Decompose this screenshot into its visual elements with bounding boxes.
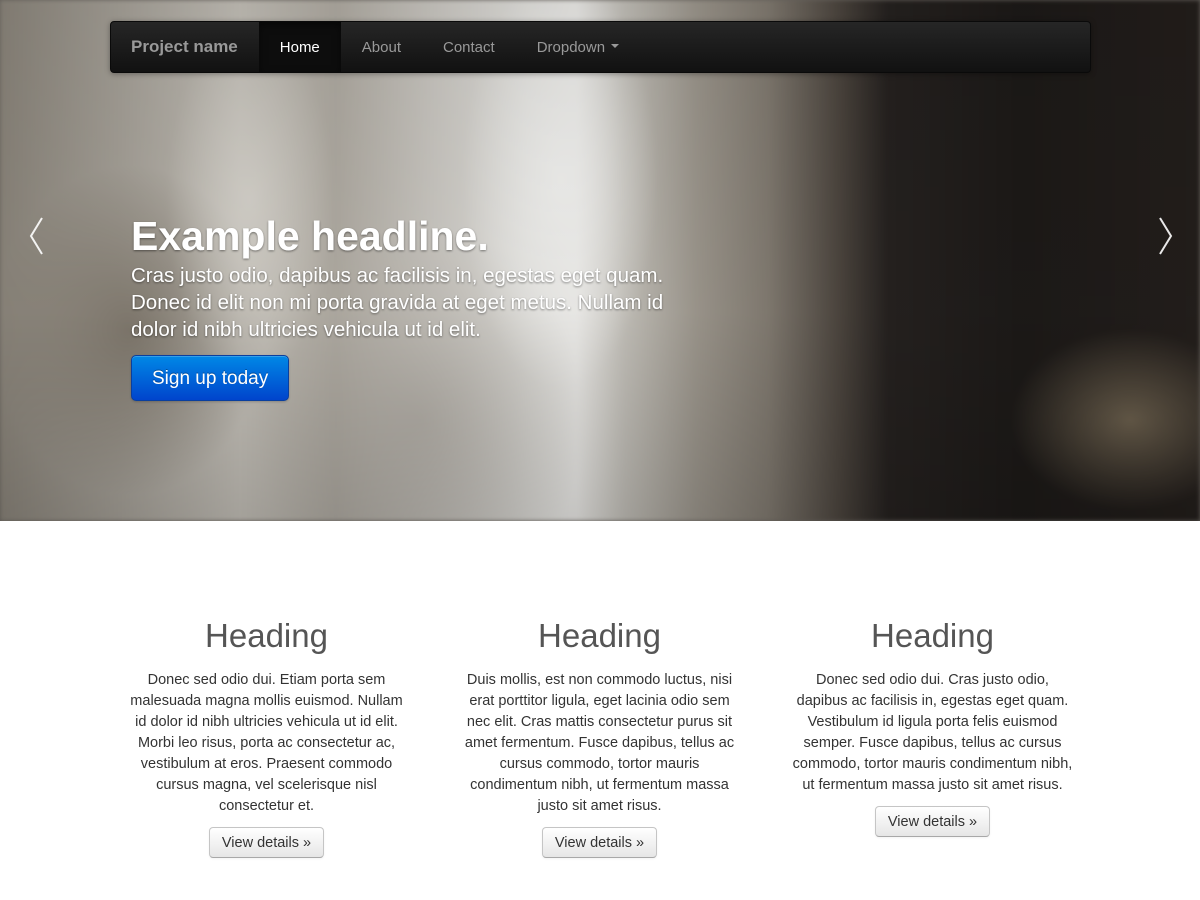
- nav-item-label: About: [361, 38, 401, 56]
- column-text: Donec sed odio dui. Cras justo odio, dap…: [788, 670, 1077, 796]
- column-text-line: Donec sed odio dui. Etiam porta sem: [147, 672, 386, 688]
- nav-item-label: Home: [279, 38, 320, 56]
- nav-item-label: Dropdown: [536, 38, 606, 56]
- chevron-left-icon: [29, 217, 43, 255]
- feature-column: Heading Donec sed odio dui. Cras justo o…: [766, 610, 1099, 858]
- feature-columns: Heading Donec sed odio dui. Etiam porta …: [100, 610, 1100, 858]
- column-text-line: Donec sed odio dui. Cras justo odio,: [816, 672, 1049, 688]
- view-details-button[interactable]: View details »: [541, 827, 658, 858]
- sign-up-button[interactable]: Sign up today: [131, 355, 290, 401]
- column-text-line: erat porttitor ligula, eget lacinia odio…: [469, 693, 730, 709]
- column-text-line: commodo, tortor mauris condimentum nibh,: [792, 756, 1073, 772]
- column-heading: Heading: [205, 617, 328, 654]
- nav-item-label: Contact: [442, 38, 495, 56]
- carousel-prev-button[interactable]: [27, 215, 47, 257]
- carousel-text-line: dolor id nibh ultricies vehicula ut id e…: [131, 318, 481, 341]
- carousel-next-button[interactable]: [1155, 215, 1175, 257]
- nav-item-dropdown[interactable]: Dropdown: [516, 22, 640, 72]
- column-text-line: amet fermentum. Fusce dapibus, tellus ac: [464, 735, 735, 751]
- carousel-caption: Example headline. Cras justo odio, dapib…: [131, 210, 711, 401]
- nav-item-about[interactable]: About: [341, 22, 422, 72]
- view-details-button[interactable]: View details »: [874, 806, 991, 837]
- view-details-button[interactable]: View details »: [208, 827, 325, 858]
- feature-column: Heading Donec sed odio dui. Etiam porta …: [100, 610, 433, 858]
- column-text-line: ut fermentum massa justo sit amet risus.: [802, 777, 1063, 793]
- column-text-line: nec elit. Cras mattis consectetur purus …: [466, 714, 733, 730]
- brand-link[interactable]: Project name: [111, 22, 259, 72]
- nav-item-home[interactable]: Home: [258, 22, 341, 72]
- feature-column: Heading Duis mollis, est non commodo luc…: [433, 610, 766, 858]
- column-heading: Heading: [538, 617, 661, 654]
- carousel-text-line: Cras justo odio, dapibus ac facilisis in…: [131, 264, 664, 287]
- nav-item-contact[interactable]: Contact: [422, 22, 516, 72]
- column-heading: Heading: [871, 617, 994, 654]
- carousel-text-line: Donec id elit non mi porta gravida at eg…: [131, 291, 664, 314]
- column-text: Duis mollis, est non commodo luctus, nis…: [455, 670, 744, 817]
- column-text-line: Vestibulum id ligula porta felis euismod: [807, 714, 1058, 730]
- carousel: Project name Home About Contact Dropdown…: [0, 0, 1200, 521]
- carousel-text: Cras justo odio, dapibus ac facilisis in…: [131, 262, 711, 343]
- column-text-line: semper. Fusce dapibus, tellus ac cursus: [803, 735, 1062, 751]
- column-text-line: malesuada magna mollis euismod. Nullam: [130, 693, 403, 709]
- column-text-line: cursus magna, vel scelerisque nisl: [156, 777, 377, 793]
- column-text-line: consectetur et.: [218, 798, 315, 814]
- column-text-line: Morbi leo risus, porta ac consectetur ac…: [137, 735, 396, 751]
- column-text-line: vestibulum at eros. Praesent commodo: [140, 756, 393, 772]
- column-text-line: cursus commodo, tortor mauris: [499, 756, 700, 772]
- column-text-line: justo sit amet risus.: [537, 798, 662, 814]
- chevron-right-icon: [1159, 217, 1173, 255]
- column-text-line: id dolor id nibh ultricies vehicula ut i…: [135, 714, 398, 730]
- navbar: Project name Home About Contact Dropdown: [110, 21, 1091, 73]
- carousel-headline: Example headline.: [131, 213, 489, 259]
- column-text-line: Duis mollis, est non commodo luctus, nis…: [466, 672, 733, 688]
- column-text-line: dapibus ac facilisis in, egestas eget qu…: [796, 693, 1069, 709]
- column-text: Donec sed odio dui. Etiam porta sem male…: [122, 670, 411, 817]
- nav-menu: Home About Contact Dropdown: [258, 22, 640, 72]
- column-text-line: condimentum nibh, ut fermentum massa: [470, 777, 729, 793]
- caret-down-icon: [611, 44, 620, 48]
